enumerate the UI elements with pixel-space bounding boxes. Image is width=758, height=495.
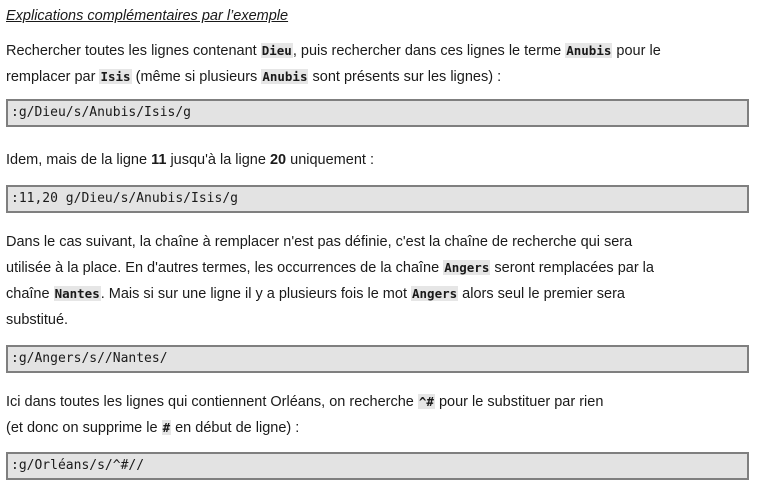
text: Rechercher toutes les lignes contenant bbox=[6, 43, 261, 59]
paragraph-3: Dans le cas suivant, la chaîne à remplac… bbox=[6, 229, 751, 333]
command-block-4: :g/Orléans/s/^#// bbox=[6, 452, 749, 480]
text: uniquement : bbox=[286, 152, 374, 168]
paragraph-1: Rechercher toutes les lignes contenant D… bbox=[6, 38, 751, 90]
text: substitué. bbox=[6, 312, 69, 328]
text: pour le substituer par rien bbox=[434, 394, 604, 410]
text: Idem, mais de la ligne bbox=[6, 152, 152, 168]
document-page: Explications complémentaires par l’exemp… bbox=[6, 0, 751, 480]
inline-code: Nantes bbox=[53, 286, 101, 301]
text: alors seul le premier sera bbox=[458, 286, 625, 302]
text: . Mais si sur une ligne il y a plusieurs… bbox=[100, 286, 411, 302]
section-title: Explications complémentaires par l’exemp… bbox=[6, 8, 289, 24]
text: chaîne bbox=[6, 286, 54, 302]
text: pour le bbox=[612, 43, 661, 59]
inline-code: Anubis bbox=[565, 43, 613, 58]
text: (même si plusieurs bbox=[131, 69, 262, 85]
inline-code: # bbox=[161, 420, 172, 435]
paragraph-2: Idem, mais de la ligne 11 jusqu'à la lig… bbox=[6, 147, 751, 173]
inline-code: Angers bbox=[411, 286, 459, 301]
text: , puis rechercher dans ces lignes le ter… bbox=[292, 43, 566, 59]
text: seront remplacées par la bbox=[490, 260, 654, 276]
inline-code: Anubis bbox=[261, 69, 309, 84]
text: Dans le cas suivant, la chaîne à remplac… bbox=[6, 234, 633, 250]
inline-code: Dieu bbox=[260, 43, 293, 58]
text: en début de ligne) : bbox=[171, 420, 300, 436]
text: sont présents sur les lignes) : bbox=[308, 69, 502, 85]
command-block-3: :g/Angers/s//Nantes/ bbox=[6, 345, 749, 373]
text: Ici dans toutes les lignes qui contienne… bbox=[6, 394, 418, 410]
inline-code: ^# bbox=[417, 394, 435, 409]
bold-number: 11 bbox=[151, 152, 167, 168]
command-block-2: :11,20 g/Dieu/s/Anubis/Isis/g bbox=[6, 185, 749, 213]
bold-number: 20 bbox=[269, 152, 287, 168]
command-block-1: :g/Dieu/s/Anubis/Isis/g bbox=[6, 99, 749, 127]
text: utilisée à la place. En d'autres termes,… bbox=[6, 260, 444, 276]
paragraph-4: Ici dans toutes les lignes qui contienne… bbox=[6, 389, 751, 441]
inline-code: Angers bbox=[443, 260, 491, 275]
text: jusqu'à la ligne bbox=[166, 152, 270, 168]
inline-code: Isis bbox=[99, 69, 132, 84]
text: remplacer par bbox=[6, 69, 100, 85]
text: (et donc on supprime le bbox=[6, 420, 162, 436]
